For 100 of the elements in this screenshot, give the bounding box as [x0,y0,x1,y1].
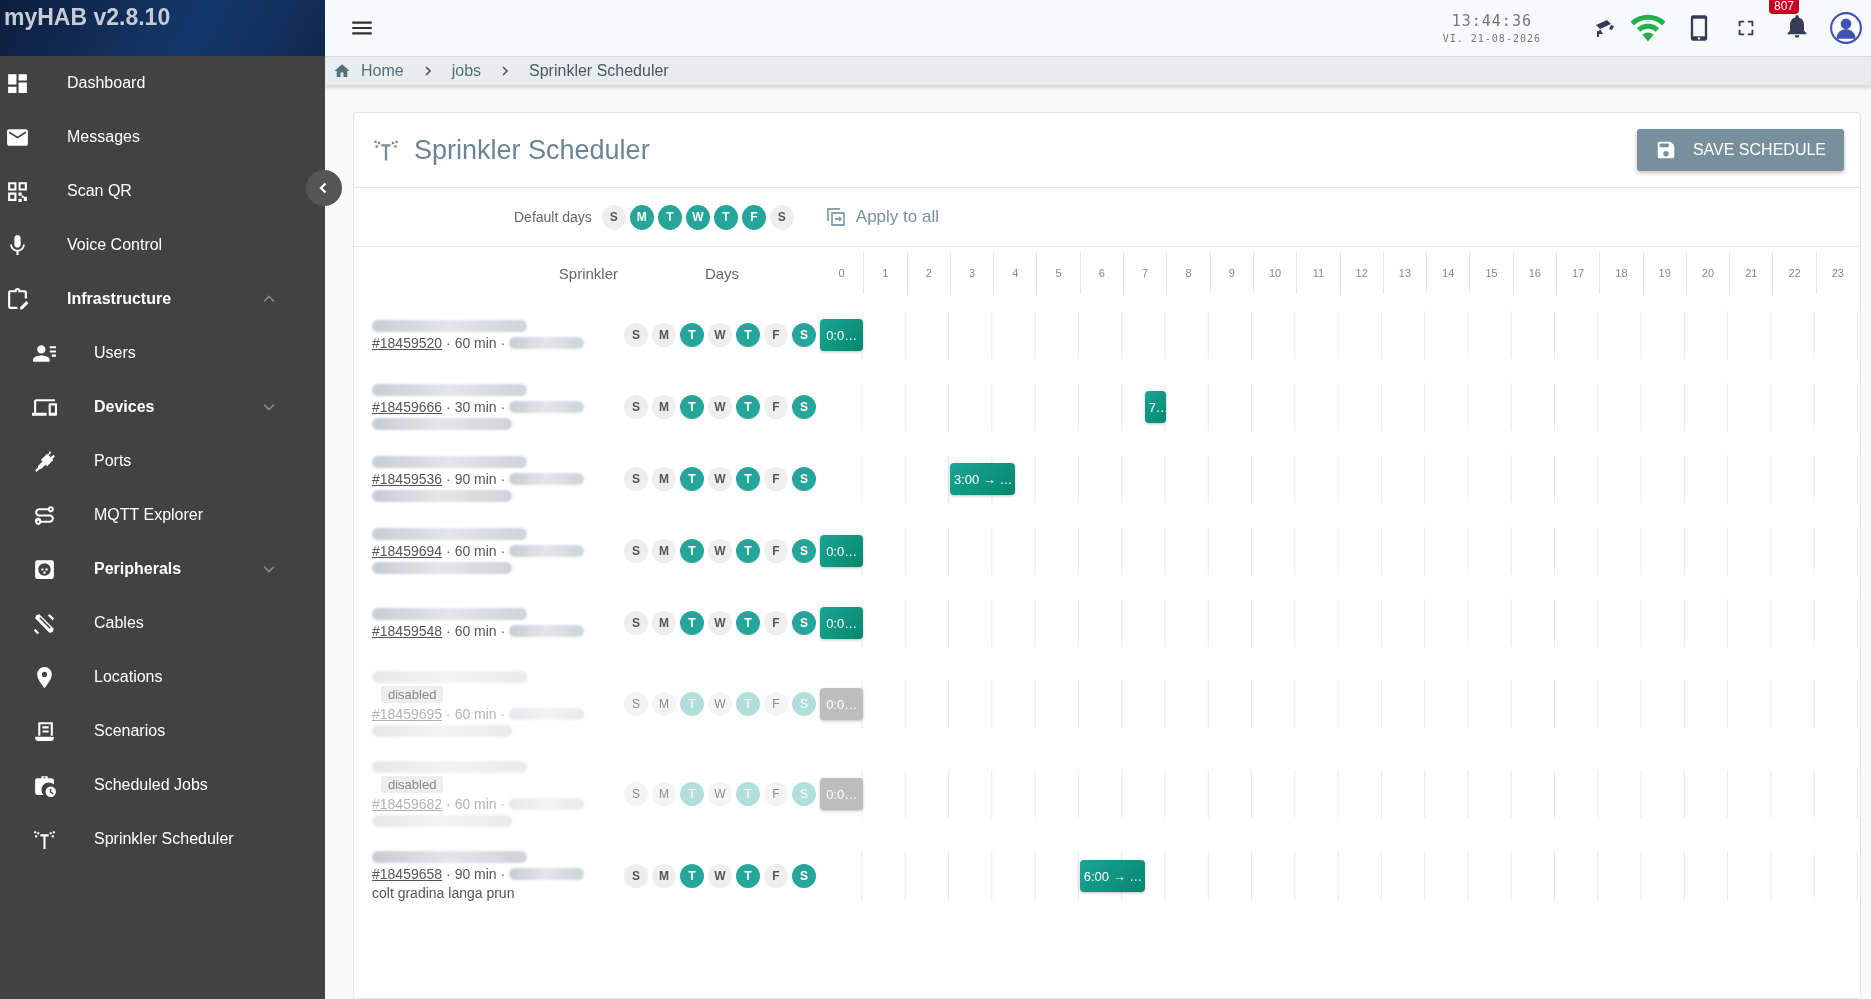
location-text: colt gradina langa prun [372,885,515,901]
sidebar-item[interactable]: Devices [0,380,303,434]
day-toggle[interactable]: M [652,467,676,491]
day-toggle[interactable]: F [764,395,788,419]
default-days-label: Default days [514,209,592,225]
sidebar-item[interactable]: Sprinkler Scheduler [0,812,303,866]
day-toggle[interactable]: T [736,467,760,491]
sidebar-item[interactable]: MQTT Explorer [0,488,303,542]
hour-label: 5 [1036,252,1080,294]
schedule-block[interactable]: 0:0… [820,319,864,351]
day-toggle[interactable]: T [680,467,704,491]
clock-time: 13:44:36 [1451,12,1532,30]
duration-text: · 60 min · [446,543,506,559]
hour-label: 23 [1815,252,1859,294]
day-toggle[interactable]: M [652,539,676,563]
day-toggle[interactable]: T [680,611,704,635]
day-toggle[interactable]: S [792,323,816,347]
day-toggle[interactable]: T [736,611,760,635]
day-toggle[interactable]: S [624,864,648,888]
day-toggle[interactable]: T [736,323,760,347]
day-toggle[interactable]: S [769,204,794,230]
day-toggle[interactable]: W [708,467,732,491]
day-toggle[interactable]: S [792,395,816,419]
day-toggle[interactable]: F [764,323,788,347]
avatar-icon[interactable] [1829,11,1863,45]
sidebar-item[interactable]: Voice Control [0,218,303,272]
day-toggle[interactable]: F [764,611,788,635]
day-toggle[interactable]: S [624,539,648,563]
schedule-block[interactable]: 7… [1144,391,1167,423]
day-toggle[interactable]: S [601,204,626,230]
day-toggle[interactable]: M [652,323,676,347]
duration-text: · 60 min · [446,796,506,812]
day-toggle[interactable]: S [792,539,816,563]
day-toggle[interactable]: M [652,864,676,888]
sprinkler-id-link[interactable]: #18459694 [372,543,443,559]
breadcrumb-link[interactable]: jobs [451,62,482,80]
sprinkler-id-link[interactable]: #18459658 [372,866,443,882]
day-toggle[interactable]: T [736,864,760,888]
sidebar-item[interactable]: Users [0,326,303,380]
day-toggle[interactable]: T [680,395,704,419]
day-toggle[interactable]: F [741,204,766,230]
breadcrumb-link[interactable]: Sprinkler Scheduler [529,62,669,80]
sidebar-item[interactable]: Scenarios [0,704,303,758]
sidebar-item[interactable]: Scheduled Jobs [0,758,303,812]
day-toggle[interactable]: T [736,395,760,419]
day-toggle[interactable]: M [652,611,676,635]
sidebar-item[interactable]: Cables [0,596,303,650]
duration-text: · 60 min · [446,706,506,722]
day-toggle[interactable]: S [624,467,648,491]
day-toggle[interactable]: T [736,539,760,563]
day-toggle[interactable]: F [764,864,788,888]
sidebar-item[interactable]: Dashboard [0,56,303,110]
sidebar-item[interactable]: Peripherals [0,542,303,596]
day-toggle[interactable]: W [708,864,732,888]
day-toggle[interactable]: S [624,323,648,347]
sidebar-item[interactable]: Locations [0,650,303,704]
schedule-block[interactable]: 6:00 → … [1079,860,1145,892]
sidebar-item[interactable]: Ports [0,434,303,488]
sprinkler-id-link[interactable]: #18459520 [372,334,443,351]
day-toggle[interactable]: S [624,611,648,635]
day-toggle[interactable]: S [792,864,816,888]
day-toggle[interactable]: T [657,204,682,230]
collapse-button[interactable] [306,170,342,206]
day-toggle[interactable]: F [764,539,788,563]
save-button[interactable]: SAVE SCHEDULE [1636,129,1844,171]
day-toggle[interactable]: W [685,204,710,230]
hour-label: 16 [1512,252,1556,294]
day-toggle[interactable]: S [624,395,648,419]
breadcrumb-link[interactable]: Home [361,62,404,80]
day-toggle[interactable]: F [764,467,788,491]
hour-label: 14 [1426,252,1470,294]
column-header: Sprinkler [558,264,618,282]
day-toggle[interactable]: M [629,204,654,230]
day-toggle[interactable]: T [680,864,704,888]
schedule-block[interactable]: 0:0… [820,535,864,567]
schedule-block[interactable]: 3:00 → … [949,463,1015,495]
sprinkler-id-link[interactable]: #18459666 [372,399,443,415]
day-toggle[interactable]: S [792,611,816,635]
sidebar-item[interactable]: Scan QR [0,164,303,218]
hour-label: 6 [1079,252,1124,294]
sprinkler-id-link[interactable]: #18459548 [372,622,443,639]
home-icon[interactable] [333,62,351,80]
day-toggle[interactable]: W [708,395,732,419]
duration-text: · 90 min · [446,471,506,487]
hour-label: 13 [1382,252,1427,294]
sidebar-item[interactable]: Messages [0,110,303,164]
sprinkler-id-link[interactable]: #18459536 [372,471,443,487]
apply-button[interactable]: Apply to all [823,205,939,229]
day-toggle[interactable]: W [708,539,732,563]
day-toggle[interactable]: S [792,467,816,491]
day-toggle[interactable]: M [652,395,676,419]
day-toggle[interactable]: T [680,539,704,563]
day-toggle[interactable]: T [680,323,704,347]
day-toggle[interactable]: W [708,611,732,635]
day-toggle[interactable]: W [708,323,732,347]
schedule-block[interactable]: 0:0… [820,607,864,639]
day-toggle[interactable]: T [713,204,738,230]
duration-text: · 60 min · [446,622,506,639]
hour-label: 1 [863,252,907,294]
sidebar-item[interactable]: Infrastructure [0,272,303,326]
